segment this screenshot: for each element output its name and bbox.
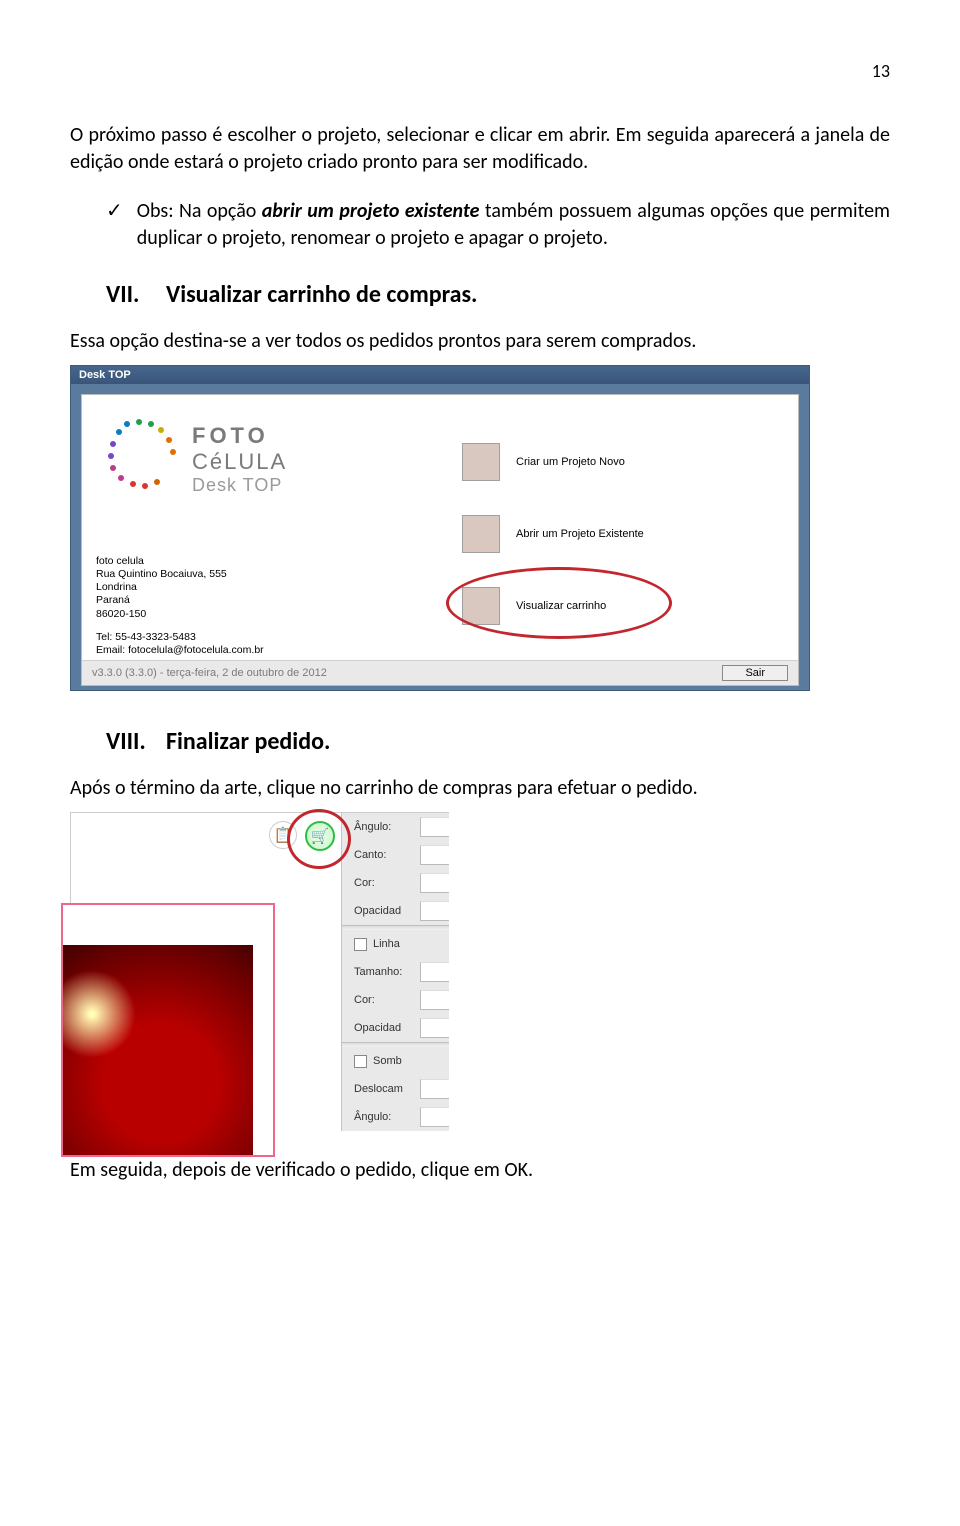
checkbox-icon (354, 938, 367, 951)
create-project-button[interactable]: Criar um Projeto Novo (462, 443, 625, 481)
prop-sombra: Somb (342, 1047, 449, 1075)
editor-canvas: 📋 🛒 (71, 813, 341, 1131)
prop-opacidade: Opacidad (342, 897, 449, 925)
prop-angulo: Ângulo: (342, 813, 449, 841)
properties-panel: Ângulo: Canto: Cor: Opacidad Linha Taman… (341, 813, 449, 1131)
closing-paragraph: Em seguida, depois de verificado o pedid… (70, 1157, 890, 1184)
obs-block: ✓ Obs: Na opção abrir um projeto existen… (106, 198, 890, 252)
heading-vii: VII.Visualizar carrinho de compras. (106, 280, 890, 309)
contact-info: foto celula Rua Quintino Bocaiuva, 555 L… (96, 555, 264, 657)
prop-linha: Linha (342, 930, 449, 958)
window-panel: FOTO CéLULA Desk TOP foto celula Rua Qui… (81, 394, 799, 686)
open-project-button[interactable]: Abrir um Projeto Existente (462, 515, 644, 553)
fotocelula-logo: FOTO CéLULA Desk TOP (108, 417, 287, 496)
check-icon: ✓ (106, 198, 123, 252)
intro-paragraph: O próximo passo é escolher o projeto, se… (70, 122, 890, 176)
logo-dots-icon (108, 417, 178, 487)
viii-description: Após o término da arte, clique no carrin… (70, 776, 890, 800)
artwork-frame (61, 903, 275, 1157)
prop-tamanho: Tamanho: (342, 958, 449, 986)
prop-opacidade2: Opacidad (342, 1014, 449, 1042)
screenshot-editor-panel: 📋 🛒 Ângulo: Canto: Cor: Opacidad Linha T… (70, 812, 449, 1131)
prop-deslocamento: Deslocam (342, 1075, 449, 1103)
obs-text: Obs: Na opção abrir um projeto existente… (137, 198, 890, 252)
version-bar: v3.3.0 (3.3.0) - terça-feira, 2 de outub… (82, 660, 798, 685)
highlight-circle-icon (446, 567, 672, 639)
prop-cor: Cor: (342, 869, 449, 897)
heading-viii: VIII.Finalizar pedido. (106, 727, 890, 756)
checkbox-icon (354, 1055, 367, 1068)
window-title: Desk TOP (71, 366, 809, 384)
screenshot-desktop-window: Desk TOP (70, 365, 810, 691)
exit-button[interactable]: Sair (722, 665, 788, 681)
prop-cor2: Cor: (342, 986, 449, 1014)
vii-description: Essa opção destina-se a ver todos os ped… (70, 329, 890, 353)
page-number: 13 (70, 60, 890, 82)
prop-angulo2: Ângulo: (342, 1103, 449, 1131)
prop-canto: Canto: (342, 841, 449, 869)
